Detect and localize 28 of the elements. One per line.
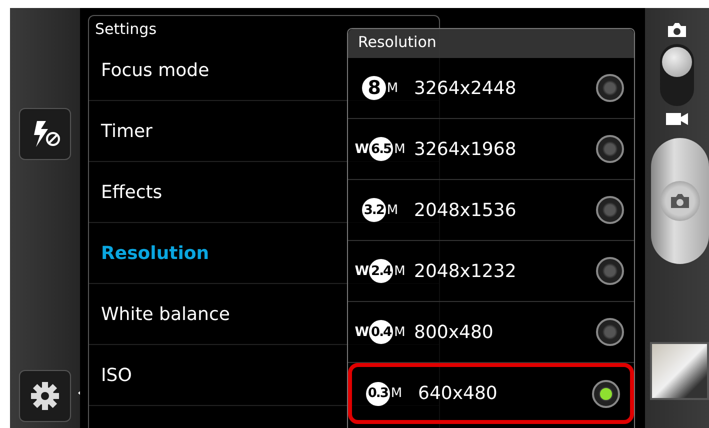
resolution-option[interactable]: 8 M 3264x2448 <box>348 58 634 119</box>
settings-icon <box>30 381 60 411</box>
megapixel-badge: W6.5 M <box>352 137 408 161</box>
video-camera-icon <box>666 112 688 126</box>
radio-button[interactable] <box>596 318 624 346</box>
radio-button[interactable] <box>592 380 620 408</box>
highlighted-option[interactable]: 0.3 M 640x480 <box>348 363 634 424</box>
mode-switch[interactable] <box>660 44 694 106</box>
radio-button[interactable] <box>596 135 624 163</box>
megapixel-badge: 8 M <box>352 76 408 100</box>
radio-button[interactable] <box>596 196 624 224</box>
camera-icon <box>667 22 687 38</box>
settings-button[interactable] <box>19 370 71 422</box>
photo-placeholder[interactable] <box>650 342 709 400</box>
resolution-option[interactable]: W0.4 M 800x480 <box>348 302 634 363</box>
resolution-option[interactable]: 3.2 M 2048x1536 <box>348 180 634 241</box>
flash-off-button[interactable] <box>19 108 71 160</box>
radio-button[interactable] <box>596 74 624 102</box>
resolution-option[interactable]: W6.5 M 3264x1968 <box>348 119 634 180</box>
resolution-option[interactable]: W 2.4 M 2048x1232 <box>348 241 634 302</box>
megapixel-badge: W0.4 M <box>352 320 408 344</box>
megapixel-badge: W 2.4 M <box>352 259 408 283</box>
megapixel-badge: 0.3 M <box>356 382 412 406</box>
radio-button[interactable] <box>596 257 624 285</box>
camera-icon <box>670 193 690 209</box>
megapixel-badge: 3.2 M <box>352 198 408 222</box>
dialog-title: Resolution <box>348 29 634 58</box>
settings-title: Settings <box>94 19 158 40</box>
